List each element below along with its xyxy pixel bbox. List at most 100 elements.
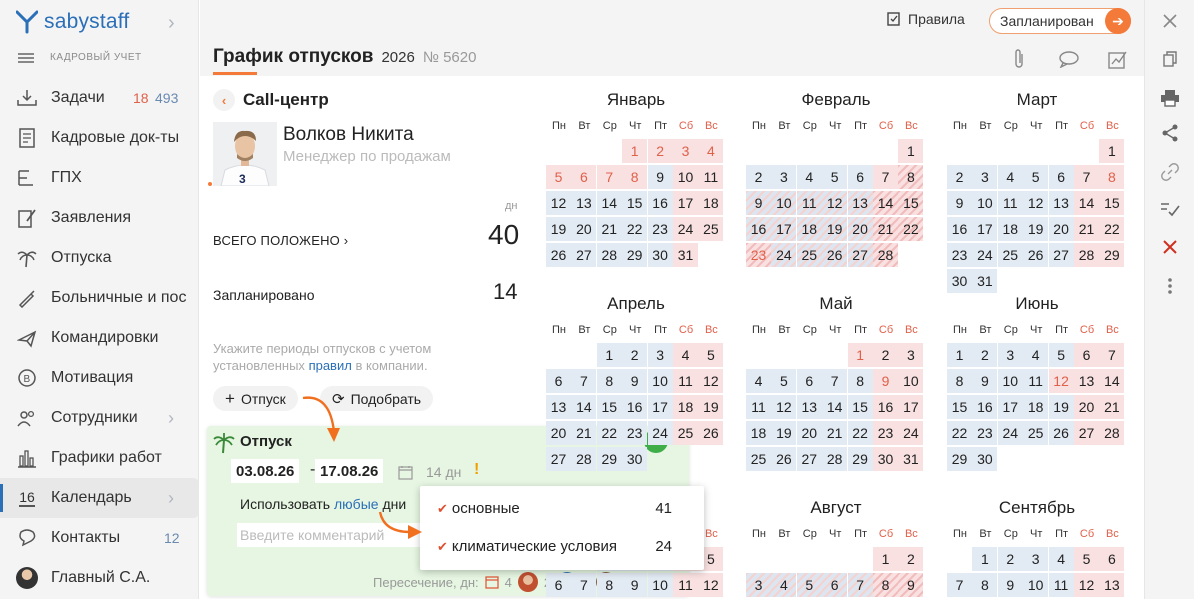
calendar-day[interactable]: 8	[898, 165, 924, 189]
calendar-day[interactable]: 7	[1099, 343, 1125, 367]
add-vacation-button[interactable]: + Отпуск	[213, 386, 298, 411]
calendar-day[interactable]: 20	[571, 217, 597, 241]
calendar-day[interactable]: 9	[972, 369, 998, 393]
calendar-day[interactable]: 25	[698, 217, 724, 241]
calendar-day[interactable]: 26	[822, 243, 848, 267]
calendar-day[interactable]: 16	[647, 191, 673, 215]
calendar-day[interactable]: 5	[546, 165, 571, 189]
sidebar-item[interactable]: Отпуска	[0, 238, 199, 278]
calendar-day[interactable]: 12	[822, 191, 848, 215]
calendar-day[interactable]: 6	[546, 573, 571, 597]
employee-name[interactable]: Волков Никита	[283, 124, 414, 146]
calendar-day[interactable]: 27	[1048, 243, 1074, 267]
calendar-day[interactable]: 14	[596, 191, 622, 215]
calendar-day[interactable]: 29	[622, 243, 648, 267]
calendar-day[interactable]: 17	[972, 217, 998, 241]
share-icon[interactable]	[1158, 121, 1182, 145]
calendar-day[interactable]: 3	[647, 343, 673, 367]
calendar-day[interactable]: 6	[1074, 343, 1099, 367]
calendar-day[interactable]: 6	[1048, 165, 1074, 189]
sidebar-item[interactable]: Графики работ	[0, 438, 199, 478]
calendar-day[interactable]: 23	[622, 421, 648, 445]
calendar-day[interactable]: 18	[698, 191, 724, 215]
calendar-day[interactable]: 5	[771, 369, 797, 393]
calendar-day[interactable]: 27	[571, 243, 597, 267]
calendar-day[interactable]: 10	[771, 191, 797, 215]
calendar-day[interactable]: 21	[596, 217, 622, 241]
calendar-day[interactable]: 10	[673, 165, 698, 189]
calendar-day[interactable]: 23	[873, 421, 898, 445]
calendar-day[interactable]: 12	[1023, 191, 1049, 215]
calendar-day[interactable]: 13	[1074, 369, 1099, 393]
calendar-day[interactable]: 4	[1048, 547, 1074, 571]
sidebar-item[interactable]: Кадровые док-ты	[0, 118, 199, 158]
calendar-day[interactable]: 10	[898, 369, 924, 393]
calendar-day[interactable]: 21	[1099, 395, 1125, 419]
calendar-day[interactable]: 3	[771, 165, 797, 189]
date-from-field[interactable]: 03.08.26	[231, 459, 300, 483]
calendar-day[interactable]: 29	[596, 447, 622, 471]
calendar-day[interactable]: 1	[847, 343, 873, 367]
calendar-day[interactable]: 24	[647, 421, 673, 445]
calendar-day[interactable]: 3	[898, 343, 924, 367]
calendar-day[interactable]: 16	[746, 217, 771, 241]
calendar-day[interactable]: 23	[947, 243, 972, 267]
calendar-day[interactable]: 15	[596, 395, 622, 419]
calendar-day[interactable]: 20	[796, 421, 822, 445]
calendar-day[interactable]: 14	[571, 395, 597, 419]
calendar-day[interactable]: 15	[947, 395, 972, 419]
calendar-day[interactable]: 28	[873, 243, 898, 267]
calendar-day[interactable]: 8	[947, 369, 972, 393]
total-entitled-link[interactable]: ВСЕГО ПОЛОЖЕНО ›	[213, 233, 348, 248]
calendar-day[interactable]: 19	[546, 217, 571, 241]
checkbox-checked-icon[interactable]: ✔	[437, 501, 448, 517]
calendar-day[interactable]: 23	[746, 243, 771, 267]
calendar-day[interactable]: 29	[847, 447, 873, 471]
calendar-day[interactable]: 7	[1074, 165, 1099, 189]
calendar-day[interactable]: 9	[622, 369, 648, 393]
calendar-day[interactable]: 5	[1023, 165, 1049, 189]
calendar-day[interactable]: 10	[997, 369, 1023, 393]
sidebar-item[interactable]: Командировки	[0, 318, 199, 358]
more-icon[interactable]	[1158, 274, 1182, 298]
calendar-day[interactable]: 13	[571, 191, 597, 215]
link-icon[interactable]	[1158, 160, 1182, 184]
calendar-day[interactable]: 27	[847, 243, 873, 267]
sidebar-item[interactable]: B Мотивация	[0, 358, 199, 398]
calendar-day[interactable]: 14	[873, 191, 898, 215]
calendar-day[interactable]: 22	[898, 217, 924, 241]
delete-icon[interactable]	[1158, 235, 1182, 259]
section-header[interactable]: КАДРОВЫЙ УЧЕТ	[18, 52, 142, 63]
calendar-day[interactable]: 11	[796, 191, 822, 215]
calendar-day[interactable]: 1	[947, 343, 972, 367]
calendar-day[interactable]: 7	[571, 369, 597, 393]
calendar-day[interactable]: 21	[873, 217, 898, 241]
sidebar-item[interactable]: Задачи 18 493	[0, 78, 199, 118]
calendar-day[interactable]: 17	[647, 395, 673, 419]
calendar-day[interactable]: 19	[1048, 395, 1074, 419]
calendar-day[interactable]: 3	[997, 343, 1023, 367]
calendar-day[interactable]: 5	[1048, 343, 1074, 367]
calendar-day[interactable]: 18	[746, 421, 771, 445]
calendar-day[interactable]: 22	[596, 421, 622, 445]
calendar-day[interactable]: 30	[622, 447, 648, 471]
calendar-day[interactable]: 1	[596, 343, 622, 367]
calendar-day[interactable]: 25	[1023, 421, 1049, 445]
calendar-day[interactable]: 21	[1074, 217, 1099, 241]
dropdown-item[interactable]: ✔ климатические условия 24	[437, 538, 677, 555]
calendar-day[interactable]: 8	[1099, 165, 1125, 189]
calendar-day[interactable]: 3	[1023, 547, 1049, 571]
calendar-day[interactable]: 29	[1099, 243, 1125, 267]
calendar-day[interactable]: 2	[972, 343, 998, 367]
calendar-day[interactable]: 7	[847, 573, 873, 597]
calendar-day[interactable]: 9	[647, 165, 673, 189]
calendar-day[interactable]: 24	[997, 421, 1023, 445]
chevron-right-icon[interactable]: ›	[168, 12, 175, 35]
calendar-day[interactable]: 4	[1023, 343, 1049, 367]
approve-list-icon[interactable]	[1158, 197, 1182, 221]
calendar-day[interactable]: 19	[698, 395, 724, 419]
warning-icon[interactable]: !	[474, 461, 479, 479]
calendar-day[interactable]: 31	[673, 243, 698, 267]
calendar-day[interactable]: 20	[1074, 395, 1099, 419]
calendar-day[interactable]: 30	[972, 447, 998, 471]
